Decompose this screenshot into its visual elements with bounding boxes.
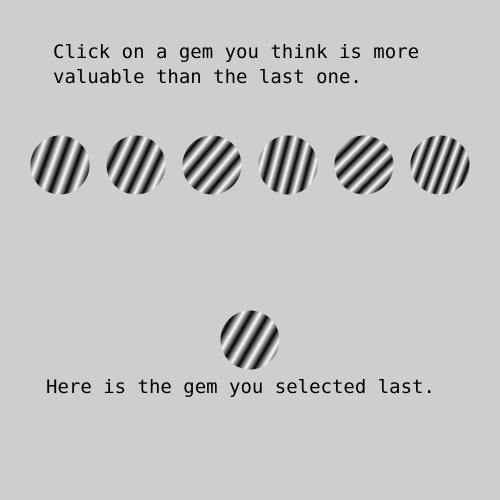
striped-gem-icon (220, 310, 280, 370)
gem-choice-3[interactable] (182, 135, 242, 195)
last-selected-gem (220, 310, 280, 370)
striped-gem-icon (258, 135, 318, 195)
gem-grating (106, 135, 166, 195)
gem-choice-1[interactable] (30, 135, 90, 195)
gem-grating (30, 135, 90, 195)
gem-grating (334, 135, 394, 195)
instruction-text: Click on a gem you think is more valuabl… (53, 40, 419, 90)
instruction-line-1: Click on a gem you think is more (53, 41, 420, 63)
striped-gem-icon (106, 135, 166, 195)
gem-choice-5[interactable] (334, 135, 394, 195)
last-selected-caption: Here is the gem you selected last. (46, 376, 435, 398)
gem-grating (182, 135, 242, 195)
striped-gem-icon (410, 135, 470, 195)
gem-grating (410, 135, 470, 195)
gem-choice-2[interactable] (106, 135, 166, 195)
gem-choice-6[interactable] (410, 135, 470, 195)
gem-grating (258, 135, 318, 195)
gem-choice-4[interactable] (258, 135, 318, 195)
striped-gem-icon (30, 135, 90, 195)
instruction-line-2: valuable than the last one. (53, 66, 362, 88)
gem-grating (220, 310, 280, 370)
striped-gem-icon (334, 135, 394, 195)
striped-gem-icon (182, 135, 242, 195)
